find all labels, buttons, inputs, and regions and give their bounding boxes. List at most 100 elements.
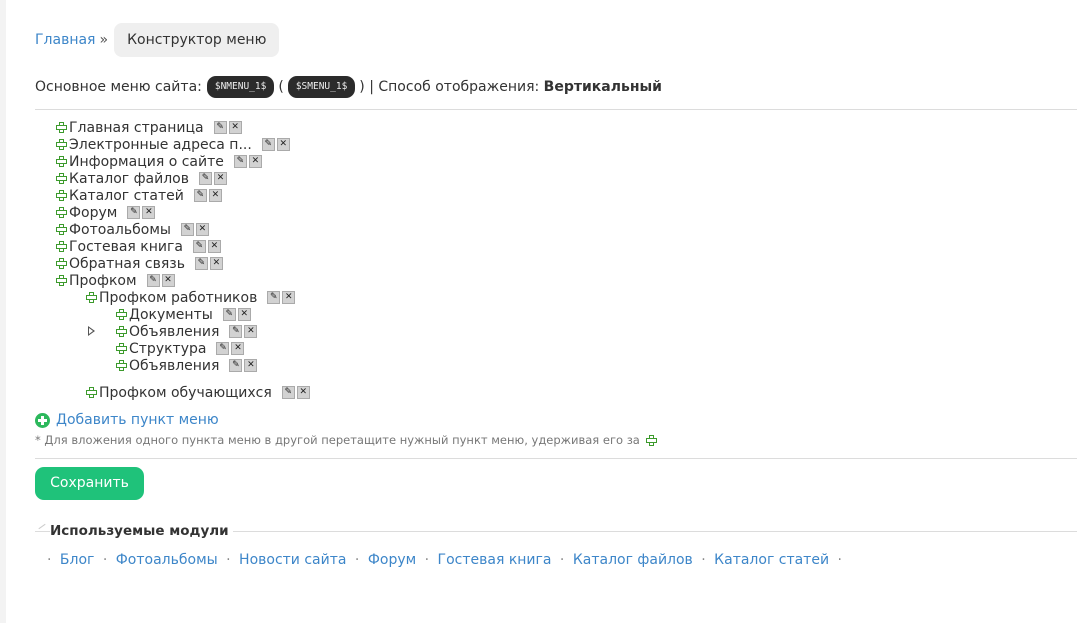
divider (35, 458, 1077, 459)
close-icon[interactable]: ✕ (231, 342, 245, 355)
close-icon[interactable]: ✕ (213, 172, 227, 185)
drag-plus-icon[interactable] (56, 139, 67, 150)
pencil-icon[interactable]: ✎ (213, 121, 227, 134)
drag-plus-icon[interactable] (56, 275, 67, 286)
drag-plus-icon[interactable] (56, 224, 67, 235)
drag-plus-icon[interactable] (56, 156, 67, 167)
close-icon[interactable]: ✕ (195, 223, 209, 236)
tree-item[interactable]: Профком ✎ ✕ (56, 272, 175, 289)
tree-item-label[interactable]: Профком (69, 273, 137, 289)
tree-item[interactable]: Объявления ✎ ✕ (116, 357, 258, 374)
close-icon[interactable]: ✕ (207, 240, 221, 253)
drag-plus-icon[interactable] (116, 309, 127, 320)
drag-plus-icon[interactable] (56, 258, 67, 269)
close-icon[interactable]: ✕ (276, 138, 290, 151)
tree-item[interactable]: Главная страница ✎ ✕ (56, 119, 242, 136)
tree-item-label[interactable]: Структура (129, 341, 206, 357)
separator: · (559, 552, 565, 568)
module-link-guestbook[interactable]: Гостевая книга (438, 552, 552, 568)
display-mode-value: Вертикальный (543, 79, 662, 95)
pencil-icon[interactable]: ✎ (233, 155, 247, 168)
drag-plus-icon[interactable] (56, 173, 67, 184)
module-link-photoalbums[interactable]: Фотоальбомы (116, 552, 218, 568)
tree-item[interactable]: Каталог статей ✎ ✕ (56, 187, 222, 204)
drag-plus-icon[interactable] (56, 190, 67, 201)
drag-hint-text: * Для вложения одного пункта меню в друг… (35, 433, 640, 447)
tree-item[interactable]: Каталог файлов ✎ ✕ (56, 170, 227, 187)
drag-plus-icon[interactable] (56, 122, 67, 133)
tree-item-label[interactable]: Информация о сайте (69, 154, 224, 170)
tree-item-label[interactable]: Фотоальбомы (69, 222, 171, 238)
code-badge-smenu[interactable]: $SMENU_1$ (287, 76, 356, 98)
drag-plus-icon[interactable] (116, 360, 127, 371)
pencil-icon[interactable]: ✎ (180, 223, 194, 236)
separator: · (837, 552, 842, 568)
close-icon[interactable]: ✕ (161, 274, 175, 287)
pencil-icon[interactable]: ✎ (267, 291, 281, 304)
pencil-icon[interactable]: ✎ (281, 386, 295, 399)
pencil-icon[interactable]: ✎ (146, 274, 160, 287)
tree-item-label[interactable]: Гостевая книга (69, 239, 183, 255)
tree-item[interactable]: Профком работников ✎ ✕ (86, 289, 296, 306)
tree-item[interactable]: Информация о сайте ✎ ✕ (56, 153, 262, 170)
pencil-icon[interactable]: ✎ (229, 359, 243, 372)
tree-item-label[interactable]: Главная страница (69, 120, 204, 136)
tree-item[interactable]: Профком обучающихся ✎ ✕ (86, 384, 310, 401)
tree-item-label[interactable]: Профком обучающихся (99, 385, 272, 401)
tree-item-label[interactable]: Объявления (129, 358, 219, 374)
tree-item[interactable]: Электронные адреса п... ✎ ✕ (56, 136, 290, 153)
add-menu-item-link[interactable]: Добавить пункт меню (35, 412, 219, 428)
tree-item[interactable]: Структура ✎ ✕ (116, 340, 245, 357)
pencil-icon[interactable]: ✎ (198, 172, 212, 185)
tree-item[interactable]: Документы ✎ ✕ (116, 306, 251, 323)
tree-item-label[interactable]: Объявления (129, 324, 219, 340)
drag-plus-icon[interactable] (86, 387, 97, 398)
expand-triangle-icon[interactable] (88, 326, 95, 336)
tree-item-label[interactable]: Форум (69, 205, 117, 221)
module-link-blog[interactable]: Блог (60, 552, 94, 568)
close-icon[interactable]: ✕ (142, 206, 156, 219)
tree-item-label[interactable]: Каталог статей (69, 188, 184, 204)
close-icon[interactable]: ✕ (209, 257, 223, 270)
module-link-forum[interactable]: Форум (368, 552, 416, 568)
tree-item-label[interactable]: Обратная связь (69, 256, 185, 272)
drag-plus-icon[interactable] (56, 207, 67, 218)
tree-item-label[interactable]: Документы (129, 307, 213, 323)
add-circle-icon[interactable] (35, 412, 50, 428)
close-icon[interactable]: ✕ (244, 359, 258, 372)
tree-item-label[interactable]: Каталог файлов (69, 171, 189, 187)
code-badge-nmenu[interactable]: $NMENU_1$ (206, 76, 275, 98)
close-icon[interactable]: ✕ (244, 325, 258, 338)
module-link-news[interactable]: Новости сайта (239, 552, 346, 568)
module-link-article-catalog[interactable]: Каталог статей (714, 552, 829, 568)
tree-item-label[interactable]: Профком работников (99, 290, 257, 306)
close-icon[interactable]: ✕ (208, 189, 222, 202)
save-button[interactable]: Сохранить (35, 467, 144, 500)
breadcrumb-home-link[interactable]: Главная (35, 32, 95, 48)
drag-plus-icon[interactable] (86, 292, 97, 303)
tree-item[interactable]: Форум ✎ ✕ (56, 204, 156, 221)
close-icon[interactable]: ✕ (282, 291, 296, 304)
drag-plus-icon[interactable] (116, 343, 127, 354)
tree-item[interactable]: Фотоальбомы ✎ ✕ (56, 221, 209, 238)
drag-plus-icon[interactable] (56, 241, 67, 252)
tree-item[interactable]: Обратная связь ✎ ✕ (56, 255, 223, 272)
pencil-icon[interactable]: ✎ (222, 308, 236, 321)
pencil-icon[interactable]: ✎ (261, 138, 275, 151)
tree-item-label[interactable]: Электронные адреса п... (69, 137, 252, 153)
add-menu-item-label[interactable]: Добавить пункт меню (56, 412, 219, 428)
tree-item[interactable]: Гостевая книга ✎ ✕ (56, 238, 221, 255)
pencil-icon[interactable]: ✎ (192, 240, 206, 253)
module-link-file-catalog[interactable]: Каталог файлов (573, 552, 693, 568)
drag-plus-icon[interactable] (116, 326, 127, 337)
close-icon[interactable]: ✕ (237, 308, 251, 321)
close-icon[interactable]: ✕ (248, 155, 262, 168)
pencil-icon[interactable]: ✎ (127, 206, 141, 219)
pencil-icon[interactable]: ✎ (229, 325, 243, 338)
close-icon[interactable]: ✕ (228, 121, 242, 134)
tree-item[interactable]: Объявления ✎ ✕ (116, 323, 258, 340)
pencil-icon[interactable]: ✎ (216, 342, 230, 355)
close-icon[interactable]: ✕ (296, 386, 310, 399)
pencil-icon[interactable]: ✎ (193, 189, 207, 202)
pencil-icon[interactable]: ✎ (194, 257, 208, 270)
